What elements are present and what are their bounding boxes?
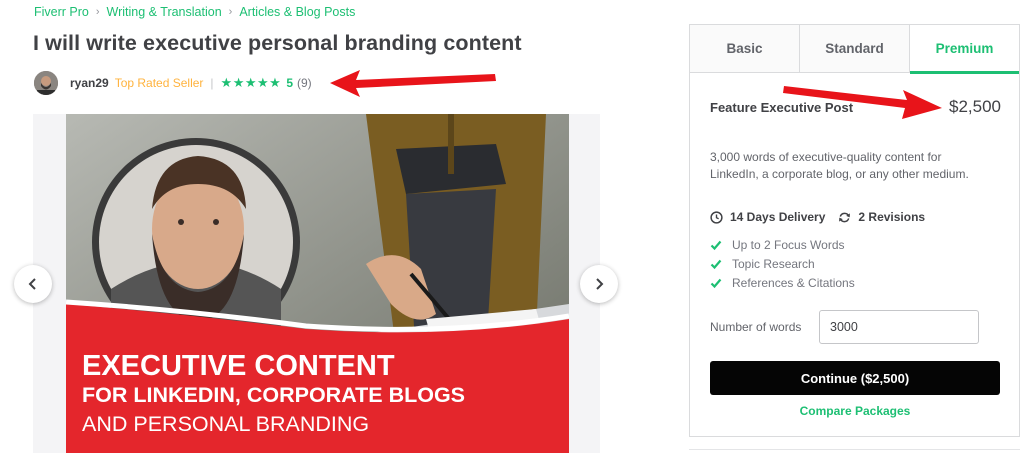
- banner-tagline: AND PERSONAL BRANDING: [82, 412, 370, 436]
- banner-subheadline: FOR LINKEDIN, CORPORATE BLOGS: [82, 383, 466, 407]
- annotation-arrow-icon: [783, 86, 942, 119]
- chevron-left-icon: [28, 278, 36, 290]
- revisions-label: 2 Revisions: [858, 210, 926, 224]
- gallery-next-button[interactable]: [580, 265, 618, 303]
- list-item: References & Citations: [710, 273, 855, 292]
- revisions: 2 Revisions: [838, 210, 925, 224]
- delivery-info: 14 Days Delivery 2 Revisions: [710, 210, 938, 224]
- words-field: Number of words: [710, 310, 979, 344]
- check-icon: [710, 259, 722, 269]
- feature-label: Topic Research: [732, 256, 815, 271]
- breadcrumb-item-fiverr-pro[interactable]: Fiverr Pro: [34, 5, 89, 19]
- package-description: 3,000 words of executive-quality content…: [710, 150, 969, 181]
- delivery-label: 14 Days Delivery: [730, 210, 826, 224]
- feature-label: Up to 2 Focus Words: [732, 237, 845, 252]
- breadcrumb-item-writing-translation[interactable]: Writing & Translation: [107, 5, 222, 19]
- tab-standard[interactable]: Standard: [800, 25, 910, 72]
- breadcrumb-separator: ›: [228, 6, 233, 18]
- check-icon: [710, 240, 722, 250]
- compare-packages-link[interactable]: Compare Packages: [710, 404, 1000, 418]
- words-label: Number of words: [710, 320, 802, 334]
- gig-gallery: EXECUTIVE CONTENT FOR LINKEDIN, CORPORAT…: [33, 114, 600, 453]
- star-rating-icon: ★★★★★: [220, 75, 282, 90]
- gig-gallery-image[interactable]: EXECUTIVE CONTENT FOR LINKEDIN, CORPORAT…: [66, 114, 569, 453]
- breadcrumb-item-articles-blog-posts[interactable]: Articles & Blog Posts: [239, 5, 355, 19]
- refresh-icon: [839, 212, 851, 222]
- seller-level-badge: Top Rated Seller: [114, 76, 204, 90]
- check-icon: [710, 278, 722, 288]
- banner-headline: EXECUTIVE CONTENT: [82, 350, 395, 382]
- review-count[interactable]: (9): [297, 76, 312, 90]
- list-item: Topic Research: [710, 254, 855, 273]
- chevron-right-icon: [596, 278, 604, 290]
- package-tabs: Basic Standard Premium: [690, 25, 1019, 74]
- list-item: Up to 2 Focus Words: [710, 235, 855, 254]
- feature-list: Up to 2 Focus Words Topic Research Refer…: [710, 235, 855, 292]
- feature-label: References & Citations: [732, 275, 855, 290]
- seller-overview: ryan29 Top Rated Seller | ★★★★★ 5 (9): [34, 70, 312, 96]
- gallery-prev-button[interactable]: [14, 265, 52, 303]
- tab-premium[interactable]: Premium: [910, 25, 1019, 74]
- breadcrumb-separator: ›: [95, 6, 100, 18]
- annotation-arrow-icon: [330, 70, 496, 97]
- tab-basic[interactable]: Basic: [690, 25, 800, 72]
- words-input[interactable]: [819, 310, 979, 344]
- continue-button[interactable]: Continue ($2,500): [710, 361, 1000, 395]
- card-divider: [689, 449, 1020, 453]
- rating-score: 5: [286, 76, 294, 90]
- avatar[interactable]: [34, 71, 58, 95]
- seller-username[interactable]: ryan29: [70, 76, 109, 90]
- clock-icon: [710, 210, 723, 224]
- divider: |: [210, 76, 214, 90]
- package-price: $2,500: [949, 97, 1001, 116]
- breadcrumb: Fiverr Pro › Writing & Translation › Art…: [34, 5, 355, 19]
- page-title: I will write executive personal branding…: [33, 31, 522, 55]
- delivery-time: 14 Days Delivery: [710, 210, 825, 224]
